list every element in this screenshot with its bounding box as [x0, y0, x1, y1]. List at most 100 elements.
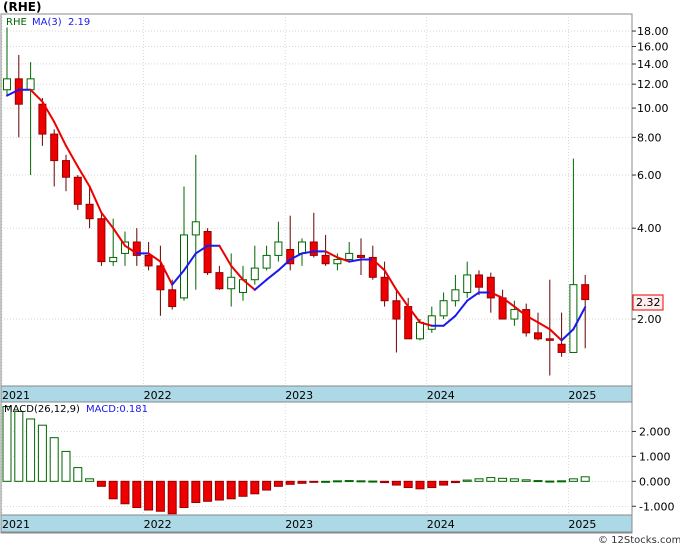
macd-bar	[155, 480, 165, 512]
macd-bar	[521, 479, 531, 482]
macd-y-tick-label: 2.000	[639, 425, 671, 438]
macd-bar	[368, 480, 378, 483]
candle-up	[26, 78, 35, 91]
candle-up	[250, 267, 259, 281]
macd-bar	[486, 477, 496, 482]
candle-up	[274, 241, 283, 256]
price-panel	[0, 13, 633, 405]
candle-down	[557, 343, 566, 353]
macd-bar	[37, 424, 47, 482]
macd-bar	[73, 467, 83, 482]
macd-bar	[61, 450, 71, 482]
macd-bar	[557, 480, 567, 483]
candle-down	[156, 265, 165, 291]
price-x-tick-label: 2022	[144, 389, 172, 402]
candle-up	[227, 276, 236, 290]
macd-bar	[462, 479, 472, 482]
macd-bar	[568, 478, 578, 482]
macd-bar	[120, 480, 130, 505]
macd-bar	[49, 437, 59, 482]
macd-bar	[144, 480, 154, 511]
candle-down	[73, 176, 82, 205]
macd-bar	[238, 480, 248, 497]
candle-up	[451, 289, 460, 302]
macd-panel	[0, 401, 633, 534]
macd-x-tick-label: 2021	[2, 518, 30, 531]
price-y-axis: 18.00 16.00 14.00 12.00 10.00 8.00 6.00 4.00 2.0…	[632, 25, 669, 326]
legend-ma-label: MA(3)	[32, 17, 62, 28]
candle-up	[416, 321, 424, 340]
last-price-tag: 2.32	[636, 296, 661, 309]
macd-y-tick-label: 1.000	[639, 450, 671, 463]
macd-bar	[427, 480, 437, 489]
candle-up	[427, 315, 436, 330]
macd-bar	[14, 410, 24, 482]
candle-up	[345, 252, 354, 261]
candle-up	[298, 241, 306, 254]
credit: © 12Stocks.com	[598, 535, 680, 546]
macd-bar	[285, 480, 295, 485]
macd-bar	[26, 418, 36, 482]
candle-down	[392, 300, 401, 320]
candle-down	[581, 284, 590, 301]
candle-down	[62, 160, 70, 178]
macd-bar	[203, 480, 213, 502]
macd-bar	[321, 480, 331, 483]
macd-x-tick-label: 2023	[285, 518, 313, 531]
candle-down	[380, 276, 389, 302]
macd-x-axis-strip	[0, 514, 633, 533]
macd-bar	[108, 480, 118, 500]
macd-bar	[391, 480, 401, 486]
macd-bar	[450, 480, 460, 484]
macd-bar	[226, 480, 236, 500]
macd-bar	[332, 480, 342, 483]
candle-up	[109, 256, 118, 263]
price-y-tick-label: 12.00	[637, 78, 669, 91]
price-x-tick-label: 2024	[427, 389, 455, 402]
macd-bar	[297, 480, 307, 484]
macd-x-tick-label: 2022	[144, 518, 172, 531]
macd-bar	[439, 480, 449, 486]
candle-down	[357, 254, 365, 258]
candle-up	[569, 284, 578, 353]
macd-bar	[415, 480, 425, 490]
price-y-tick-label: 16.00	[637, 40, 669, 53]
candle-down	[321, 254, 330, 265]
candle-down	[309, 241, 318, 256]
candle-up	[191, 221, 200, 236]
price-y-tick-label: 6.00	[637, 169, 662, 182]
stock-chart: 18.00 16.00 14.00 12.00 10.00 8.00 6.00 4.00 2.0…	[0, 0, 680, 546]
macd-bar	[545, 480, 555, 483]
macd-bar	[533, 480, 543, 483]
candle-up	[262, 254, 271, 269]
price-y-tick-label: 2.00	[637, 313, 662, 326]
macd-bar	[2, 405, 12, 482]
candle-down	[498, 297, 507, 320]
candle-up	[333, 259, 342, 265]
candle-down	[38, 103, 47, 135]
macd-bar	[191, 480, 201, 504]
candle-down	[97, 218, 106, 263]
price-y-tick-label: 10.00	[637, 102, 669, 115]
macd-bar	[214, 480, 224, 501]
price-x-tick-label: 2025	[568, 389, 596, 402]
candle-down	[85, 203, 94, 220]
macd-bar	[167, 480, 177, 515]
macd-bar	[132, 480, 142, 509]
candle-down	[486, 276, 495, 299]
macd-bar	[498, 477, 508, 482]
candle-down	[534, 332, 542, 340]
candle-down	[215, 272, 224, 290]
macd-bar	[179, 480, 189, 509]
candle-down	[545, 338, 554, 341]
macd-value-label: MACD:0.181	[86, 404, 148, 415]
macd-bar	[85, 478, 95, 482]
candle-down	[168, 289, 177, 308]
candle-down	[203, 231, 212, 274]
price-y-tick-label: 18.00	[637, 25, 669, 38]
chart-title: (RHE)	[3, 0, 41, 14]
macd-bar	[96, 480, 106, 487]
price-x-tick-label: 2023	[285, 389, 313, 402]
macd-bar	[580, 476, 590, 482]
macd-bar	[273, 480, 283, 487]
